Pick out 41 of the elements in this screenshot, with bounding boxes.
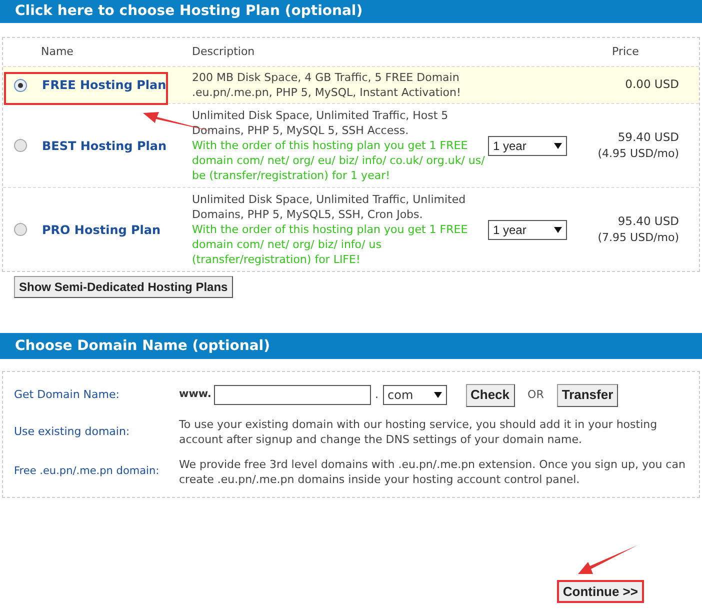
column-header: Name <box>41 44 74 60</box>
monthly-price: (7.95 USD/mo) <box>598 230 679 246</box>
plan-price: 59.40 USD <box>618 128 679 146</box>
radio-button[interactable] <box>14 78 27 92</box>
field-label: Use existing domain: <box>14 424 131 440</box>
check-button[interactable]: Check <box>466 384 515 406</box>
or-text: OR <box>528 386 544 403</box>
transfer-button[interactable]: Transfer <box>556 384 618 406</box>
plan-name[interactable]: PRO Hosting Plan <box>42 220 192 238</box>
plan-offer: With the order of this hosting plan you get 1 FREE domain com/ net/ org/ biz/ info/ us (transfer/registration) for LIFE! <box>192 222 469 267</box>
section-header[interactable]: Click here to choose Hosting Plan (optional) <box>0 0 702 23</box>
annotation-arrow <box>578 545 638 575</box>
plan-price: 0.00 USD <box>625 76 679 94</box>
period-dropdown[interactable]: 1 year <box>488 136 567 156</box>
caret-icon <box>554 226 562 232</box>
tld-dropdown[interactable]: com <box>382 385 446 405</box>
plan-offer: With the order of this hosting plan you get 1 FREE domain com/ net/ org/ eu/ biz/ info/ co.uk/ org.uk/ us/ be (transfer/registration) for 1 year! <box>192 138 486 183</box>
column-header: Description <box>192 44 256 60</box>
section-header: Choose Domain Name (optional) <box>0 333 702 359</box>
plan-name[interactable]: BEST Hosting Plan <box>42 136 192 154</box>
continue-button[interactable]: Continue >> <box>556 580 644 603</box>
caret-icon <box>554 142 562 148</box>
info-text: To use your existing domain with our hosting service, you should add it in your hosting account after signup and change the DNS settings of your domain name. <box>179 417 658 447</box>
period-dropdown[interactable]: 1 year <box>488 220 567 240</box>
plan-price: 95.40 USD <box>618 212 679 230</box>
plan-description: Unlimited Disk Space, Unlimited Traffic, Unlimited Domains, PHP 5, MySQL5, SSH, Cron Jobs. <box>192 192 467 222</box>
radio-button[interactable] <box>14 139 27 152</box>
field-label: Get Domain Name: <box>14 386 120 403</box>
radio-button[interactable] <box>14 223 27 236</box>
column-header: Price <box>612 44 639 60</box>
field-label: Free .eu.pn/.me.pn domain: <box>14 464 160 480</box>
domain-input-field[interactable] <box>214 385 371 405</box>
info-text: We provide free 3rd level domains with .eu.pn/.me.pn extension. Once you sign up, you can create .eu.pn/.me.pn domains inside your hosting account control panel. <box>179 457 686 487</box>
caret-icon <box>434 392 442 398</box>
plan-description: 200 MB Disk Space, 4 GB Traffic, 5 FREE Domain .eu.pn/.me.pn, PHP 5, MySQL, Instant Activation! <box>192 70 462 100</box>
monthly-price: (4.95 USD/mo) <box>598 146 679 162</box>
plan-name[interactable]: FREE Hosting Plan <box>42 76 192 94</box>
plan-description: Unlimited Disk Space, Unlimited Traffic, Host 5 Domains, PHP 5, MySQL 5, SSH Access. <box>192 108 450 138</box>
show-plans-button[interactable]: Show Semi-Dedicated Hosting Plans <box>14 276 233 298</box>
dot-separator: . <box>375 386 378 403</box>
www-prefix: www. <box>179 387 212 402</box>
